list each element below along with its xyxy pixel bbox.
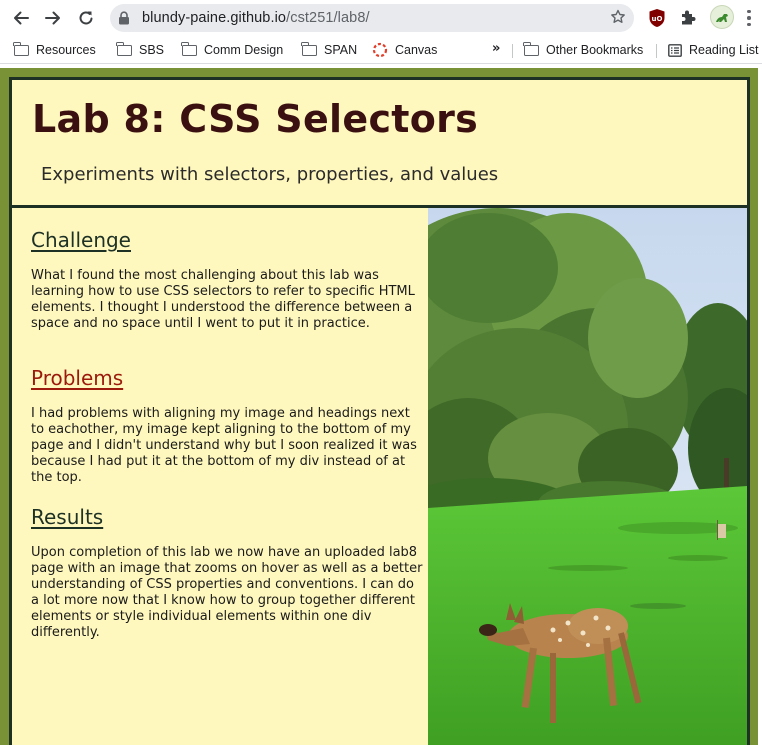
bookmark-comm-design[interactable]: Comm Design: [181, 41, 284, 59]
canvas-icon: [372, 42, 388, 58]
folder-icon: [301, 41, 317, 56]
bookmark-canvas[interactable]: Canvas: [372, 41, 437, 59]
bookmark-label: Canvas: [395, 43, 438, 57]
section-heading-results: Results: [31, 505, 104, 529]
reading-list-icon: [668, 43, 682, 57]
bookmark-span[interactable]: SPAN: [301, 41, 358, 59]
bookmarks-divider: [656, 44, 657, 58]
forward-button[interactable]: [41, 6, 65, 30]
profile-avatar[interactable]: [710, 5, 734, 29]
section-body-challenge: What I found the most challenging about …: [31, 268, 415, 331]
url-text: blundy-paine.github.io/cst251/lab8/: [142, 10, 370, 26]
folder-icon: [13, 41, 29, 56]
puzzle-piece-icon: [682, 10, 696, 25]
ublock-shield-icon: uO: [649, 9, 665, 27]
bookmark-label: Other Bookmarks: [546, 43, 644, 57]
bookmark-star-icon[interactable]: [610, 9, 626, 25]
bookmark-label: SPAN: [324, 43, 358, 57]
browser-toolbar: blundy-paine.github.io/cst251/lab8/ uO: [0, 0, 762, 36]
folder-icon: [116, 41, 132, 56]
section-heading-problems: Problems: [31, 366, 124, 390]
section-challenge: Challenge What I found the most challeng…: [31, 228, 426, 332]
bookmark-label: Resources: [36, 43, 96, 57]
bookmark-label: Reading List: [689, 43, 759, 57]
page-title: Lab 8: CSS Selectors: [32, 97, 479, 141]
deer-photo[interactable]: [428, 208, 747, 745]
bookmark-reading-list[interactable]: Reading List: [668, 41, 759, 59]
browser-menu-button[interactable]: [742, 7, 756, 29]
address-bar[interactable]: blundy-paine.github.io/cst251/lab8/: [110, 4, 634, 32]
url-host: blundy-paine.github.io: [142, 10, 287, 26]
page-header: Lab 8: CSS Selectors Experiments with se…: [9, 77, 750, 208]
arrow-left-icon: [14, 11, 29, 25]
arrow-right-icon: [45, 11, 60, 25]
bookmark-label: Comm Design: [204, 43, 284, 57]
extension-badge: uO: [652, 15, 663, 23]
content-area: Challenge What I found the most challeng…: [9, 208, 750, 745]
folder-icon: [181, 41, 197, 56]
section-body-problems: I had problems with aligning my image an…: [31, 406, 417, 485]
lock-icon: [119, 11, 129, 25]
bookmark-label: SBS: [139, 43, 165, 57]
bookmark-other-bookmarks[interactable]: Other Bookmarks: [523, 41, 644, 59]
back-button[interactable]: [9, 6, 33, 30]
bookmarks-bar: Resources SBS Comm Design SPAN Canvas » …: [0, 36, 762, 64]
page-subtitle: Experiments with selectors, properties, …: [41, 164, 499, 185]
ublock-extension-button[interactable]: uO: [646, 7, 668, 29]
deer-in-park-image: [428, 208, 747, 745]
folder-icon: [523, 41, 539, 56]
reload-icon: [79, 11, 93, 25]
section-body-results: Upon completion of this lab we now have …: [31, 545, 423, 640]
bookmarks-overflow-button[interactable]: »: [492, 41, 500, 56]
bookmark-resources[interactable]: Resources: [13, 41, 96, 59]
dinosaur-avatar-icon: [716, 14, 728, 22]
reload-button[interactable]: [74, 6, 98, 30]
section-heading-challenge: Challenge: [31, 228, 131, 252]
bookmarks-divider: [512, 44, 513, 58]
url-path: /cst251/lab8/: [286, 10, 370, 26]
page-viewport[interactable]: Lab 8: CSS Selectors Experiments with se…: [0, 65, 762, 745]
section-results: Results Upon completion of this lab we n…: [31, 505, 426, 641]
bookmark-sbs[interactable]: SBS: [116, 41, 165, 59]
extensions-button[interactable]: [677, 7, 699, 29]
section-problems: Problems I had problems with aligning my…: [31, 366, 426, 486]
